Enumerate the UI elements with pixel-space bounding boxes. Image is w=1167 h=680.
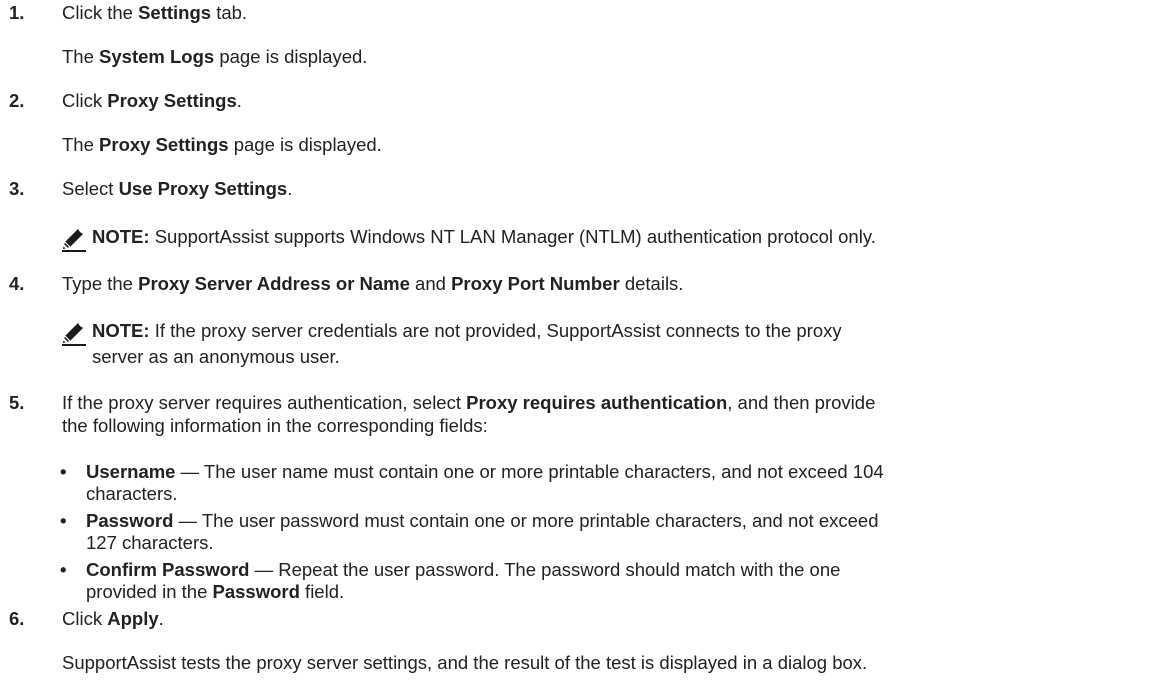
step-6-text: Click Apply.	[62, 608, 164, 629]
bullet-password-line-2: 127 characters.	[86, 532, 214, 553]
procedure-document: 1. Click the Settings tab. The System Lo…	[0, 0, 1167, 680]
bullet-password-line-1: Password — The user password must contai…	[86, 510, 879, 531]
step-6-result: SupportAssist tests the proxy server set…	[62, 652, 868, 673]
step-3-text: Select Use Proxy Settings.	[62, 178, 293, 199]
note-pencil-icon	[60, 228, 90, 252]
step-1-result: The System Logs page is displayed.	[62, 46, 368, 67]
step-4-number: 4.	[9, 273, 25, 294]
step-6-number: 6.	[9, 608, 25, 629]
step-5-text-line-1: If the proxy server requires authenticat…	[62, 392, 876, 413]
step-5-text-line-2: the following information in the corresp…	[62, 415, 488, 436]
bullet-confirm-password-line-1: Confirm Password — Repeat the user passw…	[86, 559, 841, 580]
step-3-note: NOTE: SupportAssist supports Windows NT …	[92, 226, 876, 247]
note-pencil-icon	[60, 322, 90, 346]
step-2-number: 2.	[9, 90, 25, 111]
step-5-number: 5.	[9, 392, 25, 413]
step-4-text: Type the Proxy Server Address or Name an…	[62, 273, 684, 294]
step-1-number: 1.	[9, 2, 25, 23]
step-2-text: Click Proxy Settings.	[62, 90, 242, 111]
bullet-marker: •	[60, 559, 67, 580]
bullet-confirm-password-line-2: provided in the Password field.	[86, 581, 345, 602]
bullet-username-line-2: characters.	[86, 483, 178, 504]
step-2-result: The Proxy Settings page is displayed.	[62, 134, 382, 155]
step-4-note-line-1: NOTE: If the proxy server credentials ar…	[92, 320, 842, 341]
step-1-text: Click the Settings tab.	[62, 2, 248, 23]
bullet-marker: •	[60, 510, 67, 531]
bullet-marker: •	[60, 461, 67, 482]
step-4-note-line-2: server as an anonymous user.	[92, 346, 340, 367]
bullet-username-line-1: Username — The user name must contain on…	[86, 461, 884, 482]
step-3-number: 3.	[9, 178, 25, 199]
